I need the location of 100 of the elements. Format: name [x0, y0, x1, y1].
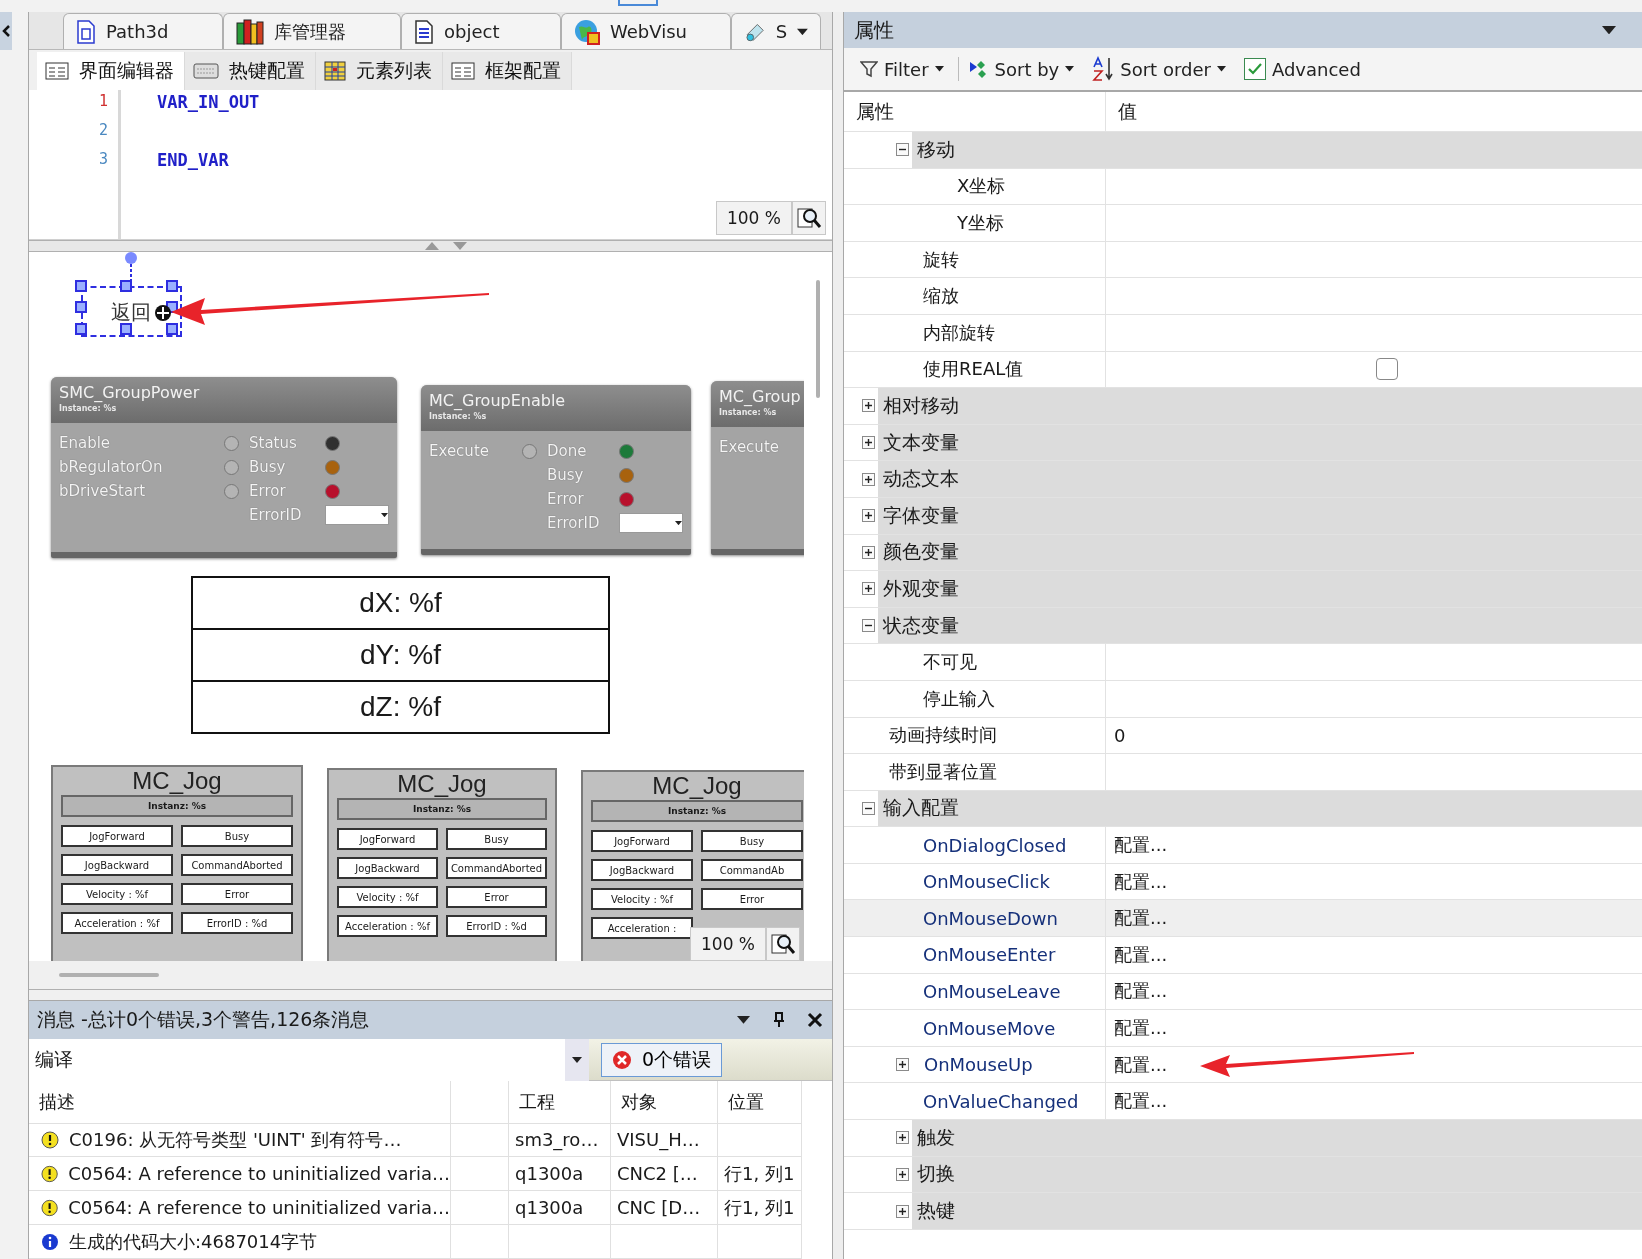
variable-box[interactable]: JogForward: [61, 825, 173, 847]
function-block[interactable]: MC_Group Instance: %s Execute: [711, 381, 804, 555]
editor-tab[interactable]: 热键配置: [185, 52, 316, 90]
column-header[interactable]: 属性: [844, 92, 1106, 131]
value-checkbox[interactable]: [1376, 358, 1398, 381]
resize-handle[interactable]: [120, 323, 132, 335]
property-name[interactable]: 内部旋转: [923, 320, 995, 345]
property-group[interactable]: 文本变量: [878, 424, 1642, 461]
sort-by-button[interactable]: Sort by: [964, 58, 1083, 80]
jog-block[interactable]: MC_Jog Instanz: %s JogForward Busy JogBackward CommandAborted Velocity : %f Error Acceleration : %f ErrorID : %d: [327, 768, 557, 961]
collapse-button[interactable]: [0, 12, 12, 50]
editor-tab[interactable]: 元素列表: [316, 52, 443, 90]
resize-handle[interactable]: [166, 280, 178, 292]
variable-box[interactable]: Velocity : %f: [591, 888, 693, 910]
variable-box[interactable]: ErrorID : %d: [181, 912, 293, 934]
property-group[interactable]: 相对移动: [878, 388, 1642, 424]
collapse-toggle[interactable]: [862, 802, 875, 815]
property-value[interactable]: 配置...: [1114, 833, 1168, 858]
property-value[interactable]: 0: [1114, 724, 1126, 746]
property-name[interactable]: 使用REAL值: [923, 357, 1024, 382]
variable-box[interactable]: JogForward: [591, 830, 693, 852]
property-group[interactable]: 移动: [912, 132, 1642, 168]
editor-tab[interactable]: 框架配置: [443, 52, 572, 90]
property-group[interactable]: 输入配置: [878, 790, 1642, 827]
variable-box[interactable]: JogBackward: [591, 859, 693, 881]
property-value[interactable]: 配置...: [1114, 1052, 1168, 1077]
property-group[interactable]: 热键: [912, 1193, 1642, 1229]
resize-handle[interactable]: [75, 301, 87, 313]
expand-toggle[interactable]: [862, 545, 875, 559]
column-header[interactable]: 位置: [718, 1081, 802, 1123]
column-header[interactable]: 对象: [611, 1081, 718, 1123]
expand-toggle[interactable]: [896, 1058, 909, 1072]
document-tab[interactable]: 库管理器: [223, 13, 401, 49]
variable-box[interactable]: CommandAborted: [446, 857, 547, 879]
zoom-button[interactable]: [792, 201, 826, 235]
property-group[interactable]: 触发: [912, 1120, 1642, 1156]
expand-toggle[interactable]: [896, 1167, 909, 1181]
variable-box[interactable]: JogBackward: [337, 857, 438, 879]
variable-box[interactable]: Acceleration :: [591, 917, 693, 939]
variable-box[interactable]: JogBackward: [61, 854, 173, 876]
property-name[interactable]: OnMouseUp: [924, 1054, 1033, 1076]
filter-button[interactable]: Filter: [856, 58, 952, 80]
variable-box[interactable]: Busy: [446, 828, 547, 850]
property-value[interactable]: 配置...: [1114, 869, 1168, 894]
expand-toggle[interactable]: [862, 509, 875, 523]
column-header[interactable]: 描述: [29, 1081, 451, 1123]
expand-toggle[interactable]: [862, 472, 875, 486]
property-name[interactable]: OnMouseClick: [923, 871, 1050, 893]
property-name[interactable]: OnValueChanged: [923, 1090, 1079, 1112]
property-name[interactable]: 带到显著位置: [889, 759, 997, 784]
resize-handle[interactable]: [75, 280, 87, 292]
category-dropdown[interactable]: 编译: [29, 1038, 589, 1081]
expand-toggle[interactable]: [862, 582, 875, 596]
property-name[interactable]: OnMouseLeave: [923, 980, 1061, 1002]
variable-box[interactable]: JogForward: [337, 828, 438, 850]
property-value[interactable]: 配置...: [1114, 1089, 1168, 1114]
expand-toggle[interactable]: [896, 1131, 909, 1145]
function-block[interactable]: MC_GroupEnable Instance: %s Execute Done Busy Error ErrorID: [421, 385, 691, 555]
property-name[interactable]: 停止输入: [923, 686, 995, 711]
expand-toggle[interactable]: [862, 436, 875, 450]
collapse-toggle[interactable]: [862, 619, 875, 632]
rotation-handle[interactable]: [124, 252, 138, 282]
property-name[interactable]: OnMouseMove: [923, 1017, 1056, 1039]
sort-order-button[interactable]: Sort order: [1088, 56, 1234, 82]
close-button[interactable]: [806, 1011, 824, 1029]
property-name[interactable]: 旋转: [923, 247, 959, 272]
advanced-checkbox[interactable]: Advanced: [1239, 58, 1369, 80]
function-block[interactable]: SMC_GroupPower Instance: %s Enable bRegulatorOn bDriveStart Status Busy Error ErrorID: [51, 377, 397, 558]
property-group[interactable]: 切换: [912, 1156, 1642, 1193]
variable-box[interactable]: Busy: [181, 825, 293, 847]
error-id-field[interactable]: [325, 505, 389, 525]
scrollbar-thumb[interactable]: [816, 280, 820, 398]
variable-box[interactable]: ErrorID : %d: [446, 915, 547, 937]
property-group[interactable]: 状态变量: [878, 607, 1642, 644]
expand-toggle[interactable]: [862, 399, 875, 413]
property-name[interactable]: 动画持续时间: [889, 723, 997, 748]
zoom-field[interactable]: 100 %: [716, 201, 792, 235]
document-tab[interactable]: object: [401, 13, 561, 49]
scrollbar-thumb[interactable]: [59, 973, 159, 977]
property-value[interactable]: 配置...: [1114, 1016, 1168, 1041]
variable-box[interactable]: Busy: [701, 830, 803, 852]
variable-box[interactable]: Error: [701, 888, 803, 910]
property-group[interactable]: 外观变量: [878, 571, 1642, 607]
resize-handle[interactable]: [75, 323, 87, 335]
error-id-field[interactable]: [619, 513, 683, 533]
property-name[interactable]: 缩放: [923, 284, 959, 309]
resize-handle[interactable]: [120, 280, 132, 292]
property-name[interactable]: 不可见: [923, 650, 977, 675]
editor-tab[interactable]: 界面编辑器: [37, 52, 185, 90]
zoom-button[interactable]: [766, 927, 800, 961]
zoom-field[interactable]: 100 %: [690, 927, 766, 961]
property-group[interactable]: 动态文本: [878, 461, 1642, 497]
variable-box[interactable]: Acceleration : %f: [61, 912, 173, 934]
property-group[interactable]: 颜色变量: [878, 534, 1642, 571]
errors-button[interactable]: 0个错误: [601, 1042, 723, 1077]
variable-box[interactable]: Velocity : %f: [337, 886, 438, 908]
document-tab[interactable]: WebVisu: [561, 13, 731, 49]
property-name[interactable]: OnMouseEnter: [923, 944, 1056, 966]
expand-toggle[interactable]: [896, 1204, 909, 1218]
property-group[interactable]: 字体变量: [878, 497, 1642, 534]
